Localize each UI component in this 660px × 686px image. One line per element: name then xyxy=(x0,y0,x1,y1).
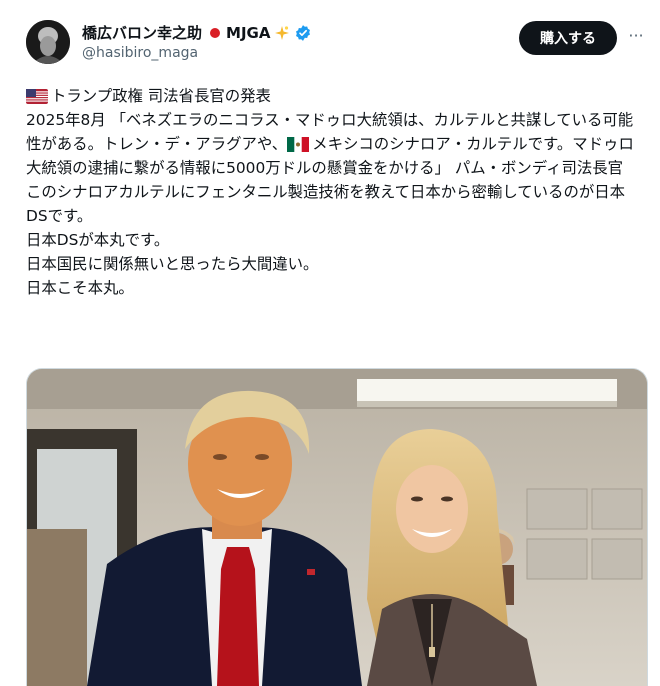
verified-badge-icon[interactable] xyxy=(294,24,312,42)
more-options-icon[interactable]: ··· xyxy=(626,28,646,48)
mexico-flag-icon xyxy=(287,137,310,152)
author-name-row[interactable]: 橋広バロン幸之助 MJGA xyxy=(82,22,312,43)
sparkle-icon xyxy=(275,25,290,40)
author-handle[interactable]: @hasibiro_maga xyxy=(82,45,198,61)
avatar-image xyxy=(26,20,70,64)
tweet-paragraph-5: 日本こそ本丸。 xyxy=(26,279,134,297)
tweet-paragraph-3: 日本DSが本丸です。 xyxy=(26,231,170,249)
avatar[interactable] xyxy=(26,20,70,64)
buy-button[interactable]: 購入する xyxy=(519,21,617,55)
tweet-paragraph-4: 日本国民に関係無いと思ったら大間違い。 xyxy=(26,255,319,273)
photo-image xyxy=(27,369,647,686)
tweet-header: 橋広バロン幸之助 MJGA @hasibiro_maga 購入する ··· xyxy=(26,18,644,66)
tweet-paragraph-2: このシナロアカルテルにフェンタニル製造技術を教えて日本から密輸しているのが日本D… xyxy=(26,183,626,225)
author-badge-text: MJGA xyxy=(226,23,271,42)
tweet-text: トランプ政権 司法省長官の発表 2025年8月 「ベネズエラのニコラス・マドゥロ… xyxy=(26,84,640,300)
author-display-name[interactable]: 橋広バロン幸之助 xyxy=(82,22,202,43)
red-circle-icon xyxy=(210,27,221,38)
us-flag-icon xyxy=(26,89,48,104)
tweet-photo[interactable] xyxy=(26,368,648,686)
tweet-line-1: トランプ政権 司法省長官の発表 xyxy=(51,87,271,105)
